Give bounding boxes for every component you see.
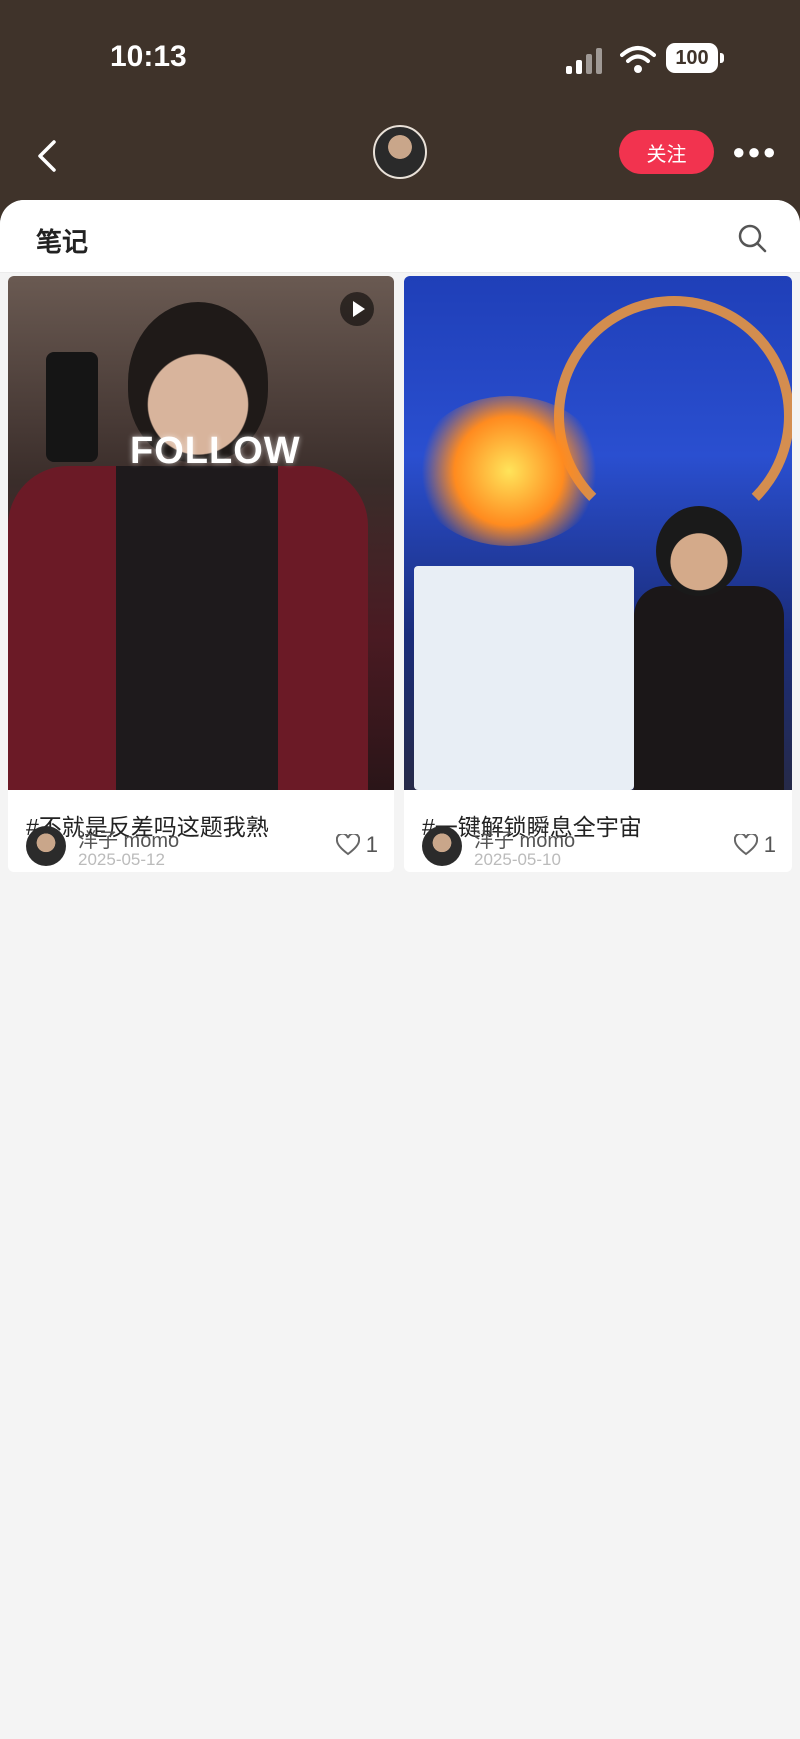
more-options-icon[interactable]: ●●● (730, 132, 780, 172)
like-count: 1 (365, 832, 378, 857)
signal-icon (566, 46, 606, 74)
note-date: 2025-05-10 (474, 850, 561, 869)
profile-avatar[interactable] (373, 125, 427, 179)
content-sheet: 笔记 FOLLOW #不就是反差吗这题我熟 洋子 momo 2025-05-12… (0, 200, 800, 1739)
tab-bar: 笔记 (0, 200, 800, 273)
author-name: 洋子 momo (474, 830, 576, 852)
wifi-icon (620, 46, 656, 73)
note-card[interactable]: FOLLOW #不就是反差吗这题我熟 洋子 momo 2025-05-12 1 (8, 276, 394, 872)
author-name: 洋子 momo (78, 830, 180, 852)
status-time: 10:13 (110, 40, 187, 73)
fire-shape (414, 396, 604, 546)
note-card[interactable]: #一键解锁瞬息全宇宙 洋子 momo 2025-05-10 1 (404, 276, 792, 872)
video-play-icon (340, 292, 374, 326)
follow-button[interactable]: 关注 (619, 130, 714, 174)
tab-notes[interactable]: 笔记 (36, 222, 88, 259)
note-date: 2025-05-12 (78, 850, 165, 869)
search-icon[interactable] (736, 222, 768, 254)
piano-shape (414, 566, 634, 790)
back-arrow-icon[interactable] (28, 136, 68, 176)
note-cover-image[interactable] (404, 276, 792, 790)
player-body (634, 586, 784, 790)
heart-icon (733, 834, 758, 856)
status-bar: 10:13 100 (0, 0, 800, 120)
like-button[interactable]: 1 (733, 832, 776, 858)
phone-shape (46, 352, 98, 462)
note-author-row: 洋子 momo 2025-05-12 1 (26, 824, 378, 870)
like-button[interactable]: 1 (335, 832, 378, 858)
like-count: 1 (763, 832, 776, 857)
battery-tip (720, 53, 724, 63)
note-cover-image[interactable]: FOLLOW (8, 276, 394, 790)
nav-bar: 关注 ●●● (0, 120, 800, 200)
heart-icon (335, 834, 360, 856)
player-head (656, 506, 742, 596)
note-author-row: 洋子 momo 2025-05-10 1 (422, 824, 776, 870)
battery-indicator: 100 (666, 43, 718, 73)
shirt-shape (8, 466, 368, 790)
author-avatar[interactable] (422, 826, 462, 866)
cover-overlay-text: FOLLOW (130, 430, 301, 472)
author-avatar[interactable] (26, 826, 66, 866)
